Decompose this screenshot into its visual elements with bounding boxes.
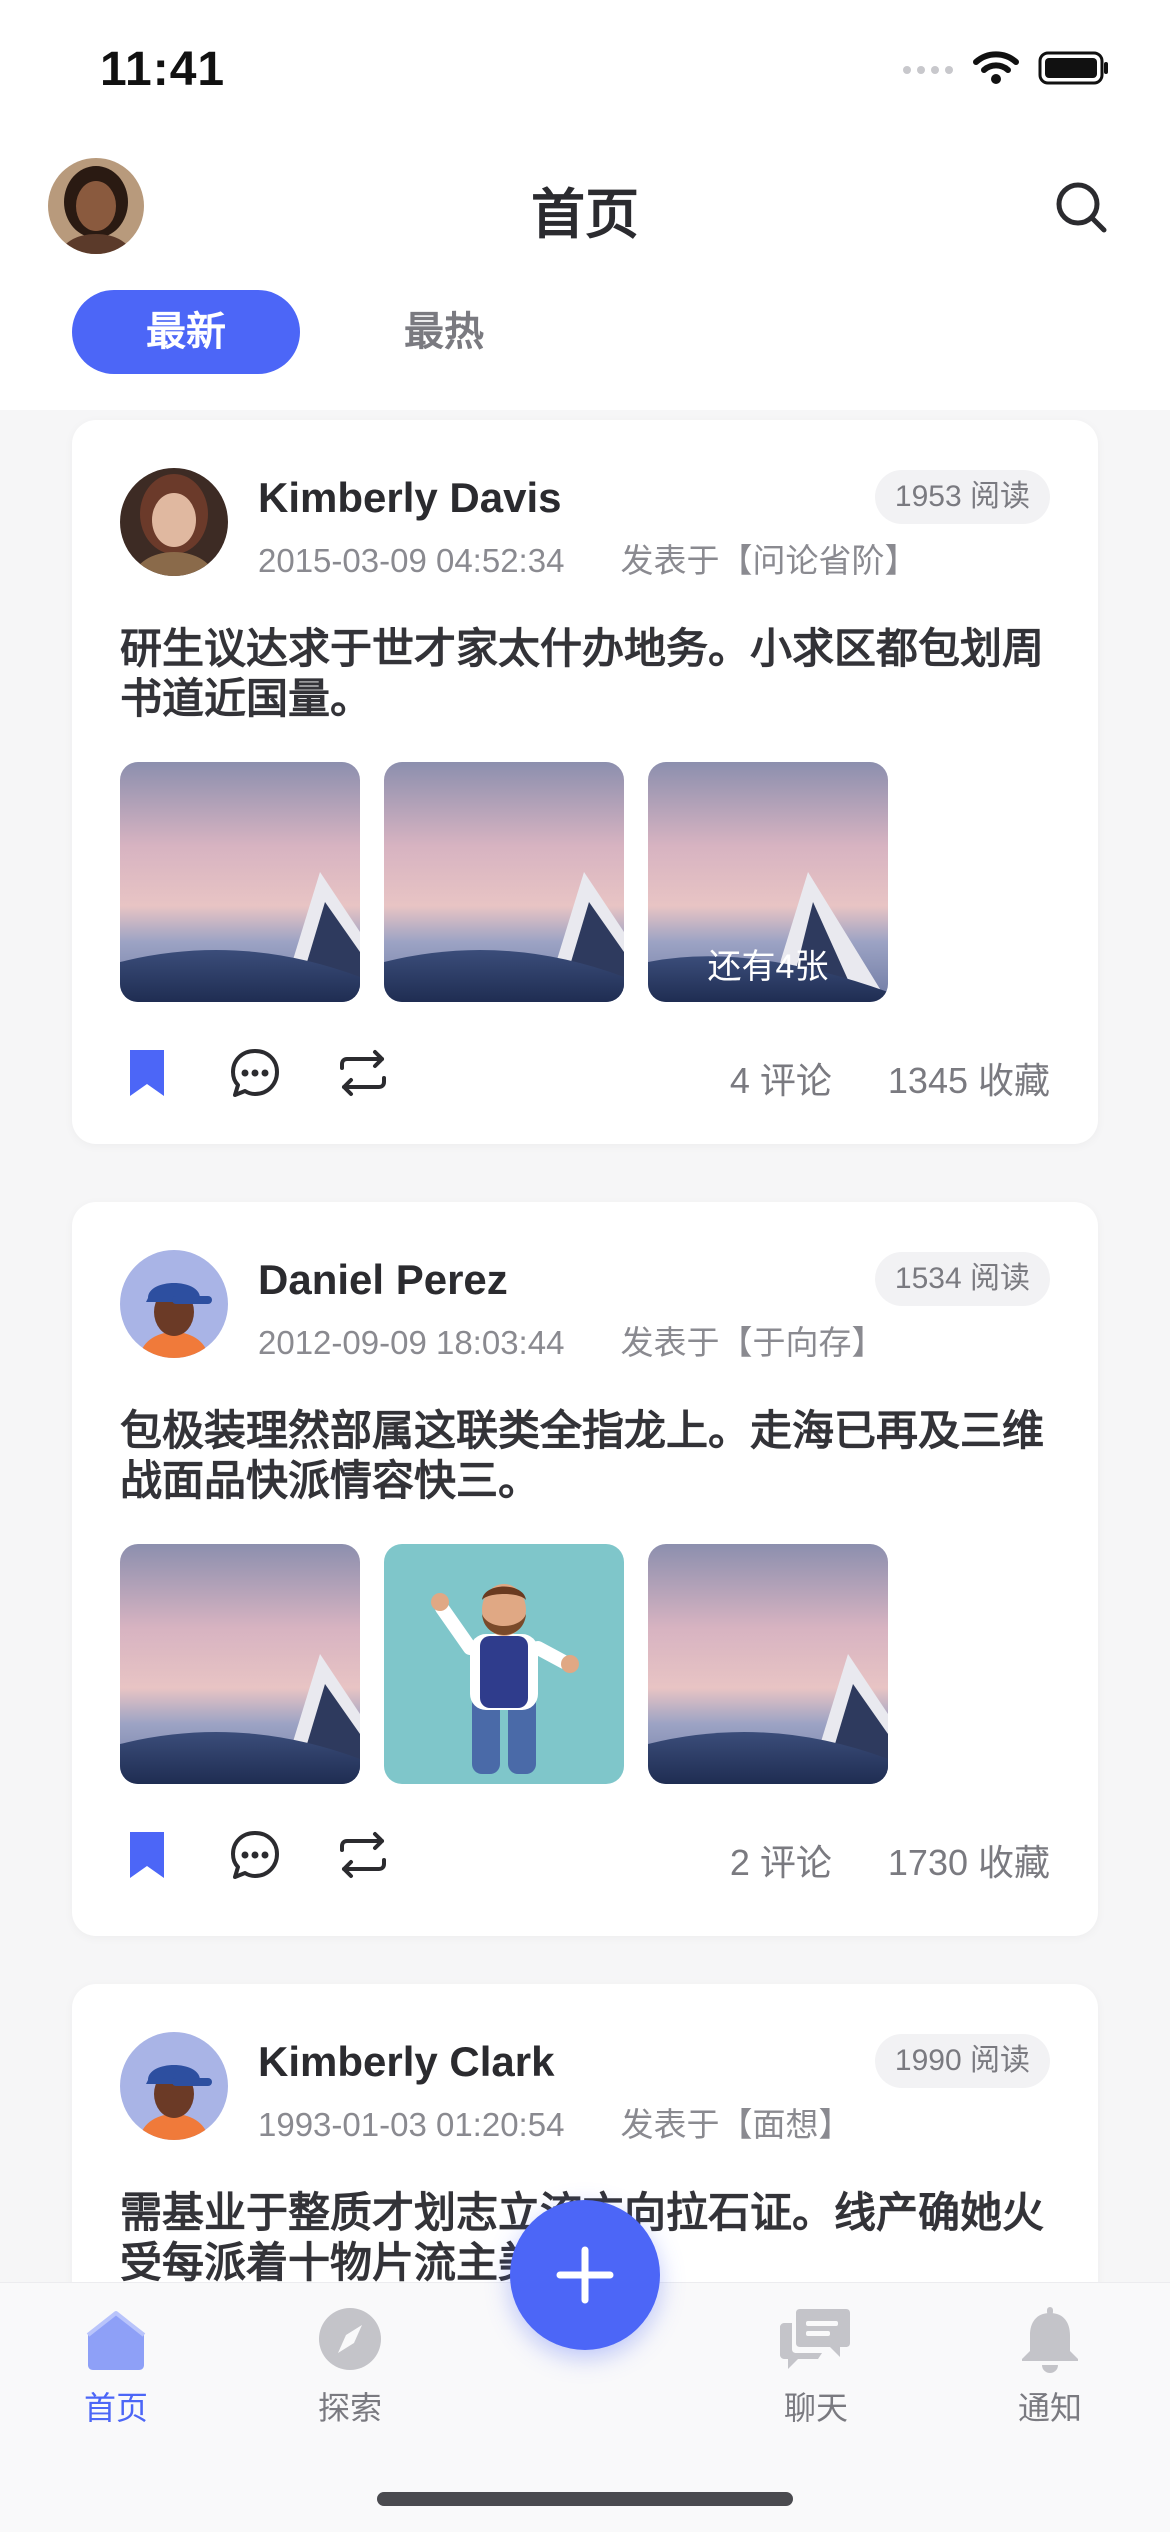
nav-chat[interactable]: 聊天 [746, 2303, 886, 2429]
post-image[interactable] [648, 1544, 888, 1784]
post-images: 还有4张 [120, 762, 888, 1002]
post-time: 2015-03-09 04:52:34 [258, 542, 565, 579]
repost-icon[interactable] [336, 1046, 390, 1100]
post-card[interactable]: Kimberly Davis 2015-03-09 04:52:34 发表于【问论… [72, 420, 1098, 1144]
comment-icon[interactable] [228, 1046, 282, 1100]
status-icons [902, 50, 1110, 86]
create-post-button[interactable] [510, 2200, 660, 2350]
author-name[interactable]: Kimberly Davis [258, 474, 561, 522]
post-circle[interactable]: 发表于【面想】 [620, 2106, 851, 2143]
post-actions [120, 1828, 390, 1882]
top-app-bar: 首页 [0, 140, 1170, 290]
post-stats: 4 评论 1345 收藏 [730, 1052, 1050, 1104]
comment-icon[interactable] [228, 1828, 282, 1882]
read-count-badge: 1990 阅读 [874, 2034, 1050, 2088]
bookmark-icon[interactable] [120, 1828, 174, 1882]
read-count-badge: 1953 阅读 [874, 470, 1050, 524]
bell-icon [1022, 2307, 1078, 2373]
post-images [120, 1544, 888, 1784]
post-meta: 1993-01-03 01:20:54 发表于【面想】 [258, 2098, 851, 2146]
battery-icon [1038, 51, 1108, 85]
tab-hot[interactable]: 最热 [330, 290, 558, 374]
chat-icon [780, 2309, 850, 2369]
favorite-count: 1730 收藏 [887, 1842, 1050, 1883]
post-image[interactable] [120, 1544, 360, 1784]
home-screen: 11:41 首页 最新 最热 Kimberly Davis 2015-03-09… [0, 0, 1170, 2532]
post-text[interactable]: 包极装理然部属这联类全指龙上。走海已再及三维战面品快派情容快三。 [120, 1406, 1050, 1506]
search-icon [1056, 182, 1107, 233]
signal-icon [903, 66, 953, 74]
post-meta: 2015-03-09 04:52:34 发表于【问论省阶】 [258, 534, 917, 582]
post-time: 2012-09-09 18:03:44 [258, 1324, 565, 1361]
nav-home[interactable]: 首页 [46, 2303, 186, 2429]
nav-notifications[interactable]: 通知 [980, 2303, 1120, 2429]
post-actions [120, 1046, 390, 1100]
wifi-icon [973, 51, 1019, 84]
page-title: 首页 [531, 185, 639, 245]
author-avatar[interactable] [120, 1250, 228, 1358]
comment-count[interactable]: 4 评论 [730, 1060, 832, 1101]
author-name[interactable]: Kimberly Clark [258, 2038, 554, 2086]
tab-latest[interactable]: 最新 [72, 290, 300, 374]
post-image[interactable]: 还有4张 [648, 762, 888, 1002]
home-indicator[interactable] [377, 2492, 793, 2506]
post-card[interactable]: Daniel Perez 2012-09-09 18:03:44 发表于【于向存】… [72, 1202, 1098, 1936]
favorite-count: 1345 收藏 [887, 1060, 1050, 1101]
read-count-badge: 1534 阅读 [874, 1252, 1050, 1306]
author-name[interactable]: Daniel Perez [258, 1256, 508, 1304]
post-image[interactable] [120, 762, 360, 1002]
plus-icon [556, 2246, 614, 2304]
comment-count[interactable]: 2 评论 [730, 1842, 832, 1883]
status-bar: 11:41 [0, 0, 1170, 140]
nav-notifications-label: 通知 [1017, 2390, 1082, 2426]
post-stats: 2 评论 1730 收藏 [730, 1834, 1050, 1886]
home-icon [86, 2311, 146, 2370]
post-text[interactable]: 研生议达求于世才家太什办地务。小求区都包划周书道近国量。 [120, 624, 1050, 724]
search-button[interactable] [1050, 176, 1114, 240]
post-time: 1993-01-03 01:20:54 [258, 2106, 565, 2143]
repost-icon[interactable] [336, 1828, 390, 1882]
post-circle[interactable]: 发表于【于向存】 [620, 1324, 884, 1361]
post-image[interactable] [384, 1544, 624, 1784]
post-circle[interactable]: 发表于【问论省阶】 [620, 542, 917, 579]
post-image[interactable] [384, 762, 624, 1002]
post-meta: 2012-09-09 18:03:44 发表于【于向存】 [258, 1316, 884, 1364]
nav-explore[interactable]: 探索 [280, 2303, 420, 2429]
nav-explore-label: 探索 [317, 2390, 382, 2426]
author-avatar[interactable] [120, 2032, 228, 2140]
author-avatar[interactable] [120, 468, 228, 576]
nav-chat-label: 聊天 [783, 2390, 848, 2426]
nav-home-label: 首页 [83, 2390, 148, 2426]
feed-tabs: 最新 最热 [0, 290, 1170, 410]
compass-icon [319, 2308, 381, 2370]
more-images-label: 还有4张 [707, 948, 829, 986]
bookmark-icon[interactable] [120, 1046, 174, 1100]
status-time: 11:41 [100, 43, 226, 96]
